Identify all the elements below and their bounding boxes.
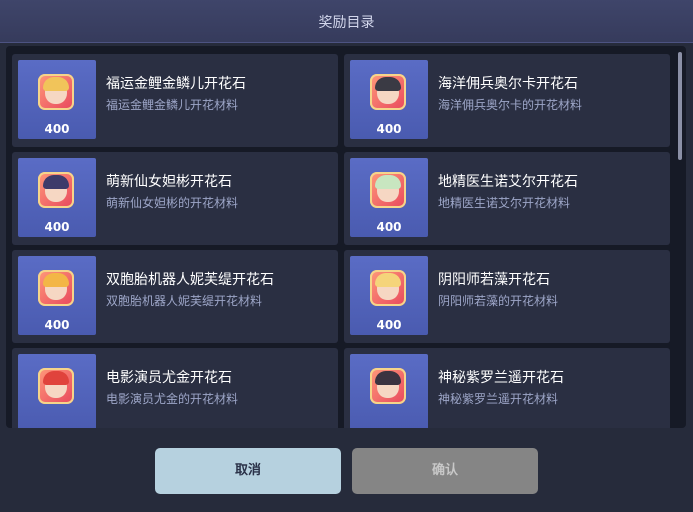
reward-quantity: 400 [44, 122, 70, 136]
reward-thumbnail [18, 354, 96, 428]
reward-card[interactable]: 400 双胞胎机器人妮芙缇开花石 双胞胎机器人妮芙缇开花材料 [12, 250, 338, 343]
reward-name: 萌新仙女妲彬开花石 [106, 174, 232, 190]
reward-thumbnail: 400 [18, 256, 96, 335]
bloom-stone-icon [370, 270, 406, 306]
reward-card[interactable]: 400 阴阳师若藻开花石 阴阳师若藻的开花材料 [344, 250, 670, 343]
reward-description: 阴阳师若藻的开花材料 [438, 294, 559, 308]
reward-name: 海洋佣兵奥尔卡开花石 [438, 76, 578, 92]
bloom-stone-icon [370, 74, 406, 110]
reward-card[interactable]: 400 福运金鲤金鳞儿开花石 福运金鲤金鳞儿开花材料 [12, 54, 338, 147]
dialog-title: 奖励目录 [318, 15, 375, 31]
character-hair [43, 273, 69, 287]
reward-card[interactable]: 神秘紫罗兰遥开花石 神秘紫罗兰遥开花材料 [344, 348, 670, 428]
reward-quantity: 400 [44, 220, 70, 234]
reward-thumbnail [350, 354, 428, 428]
cancel-button[interactable]: 取消 [155, 448, 341, 494]
bloom-stone-icon [38, 270, 74, 306]
list-scrollbar[interactable] [678, 52, 682, 160]
bloom-stone-icon [38, 74, 74, 110]
reward-quantity: 400 [376, 122, 402, 136]
reward-quantity: 400 [44, 318, 70, 332]
bloom-stone-icon [370, 172, 406, 208]
character-hair [375, 77, 401, 91]
reward-quantity: 400 [376, 318, 402, 332]
reward-card[interactable]: 400 萌新仙女妲彬开花石 萌新仙女妲彬的开花材料 [12, 152, 338, 245]
reward-thumbnail: 400 [18, 158, 96, 237]
reward-list[interactable]: 400 福运金鲤金鳞儿开花石 福运金鲤金鳞儿开花材料 400 海洋佣兵奥尔卡开花… [6, 46, 686, 428]
reward-card[interactable]: 400 海洋佣兵奥尔卡开花石 海洋佣兵奥尔卡的开花材料 [344, 54, 670, 147]
character-hair [375, 175, 401, 189]
reward-catalog-dialog: 奖励目录 400 福运金鲤金鳞儿开花石 福运金鲤金鳞儿开花材料 400 海洋佣兵… [0, 0, 693, 512]
reward-quantity: 400 [376, 220, 402, 234]
reward-description: 神秘紫罗兰遥开花材料 [438, 392, 559, 406]
bloom-stone-icon [370, 368, 406, 404]
reward-description: 福运金鲤金鳞儿开花材料 [106, 98, 239, 112]
reward-thumbnail: 400 [350, 60, 428, 139]
character-hair [43, 371, 69, 385]
reward-name: 神秘紫罗兰遥开花石 [438, 370, 564, 386]
reward-description: 海洋佣兵奥尔卡的开花材料 [438, 98, 583, 112]
reward-description: 萌新仙女妲彬的开花材料 [106, 196, 239, 210]
reward-description: 电影演员尤金的开花材料 [106, 392, 239, 406]
reward-card[interactable]: 电影演员尤金开花石 电影演员尤金的开花材料 [12, 348, 338, 428]
reward-name: 电影演员尤金开花石 [106, 370, 232, 386]
reward-description: 双胞胎机器人妮芙缇开花材料 [106, 294, 263, 308]
reward-thumbnail: 400 [350, 158, 428, 237]
dialog-title-bar: 奖励目录 [0, 0, 693, 43]
character-hair [43, 175, 69, 189]
reward-description: 地精医生诺艾尔开花材料 [438, 196, 571, 210]
reward-thumbnail: 400 [350, 256, 428, 335]
reward-name: 福运金鲤金鳞儿开花石 [106, 76, 246, 92]
character-hair [43, 77, 69, 91]
reward-name: 地精医生诺艾尔开花石 [438, 174, 578, 190]
reward-name: 双胞胎机器人妮芙缇开花石 [106, 272, 274, 288]
reward-thumbnail: 400 [18, 60, 96, 139]
reward-card[interactable]: 400 地精医生诺艾尔开花石 地精医生诺艾尔开花材料 [344, 152, 670, 245]
bloom-stone-icon [38, 172, 74, 208]
bloom-stone-icon [38, 368, 74, 404]
reward-name: 阴阳师若藻开花石 [438, 272, 550, 288]
character-hair [375, 371, 401, 385]
character-hair [375, 273, 401, 287]
confirm-button[interactable]: 确认 [352, 448, 538, 494]
